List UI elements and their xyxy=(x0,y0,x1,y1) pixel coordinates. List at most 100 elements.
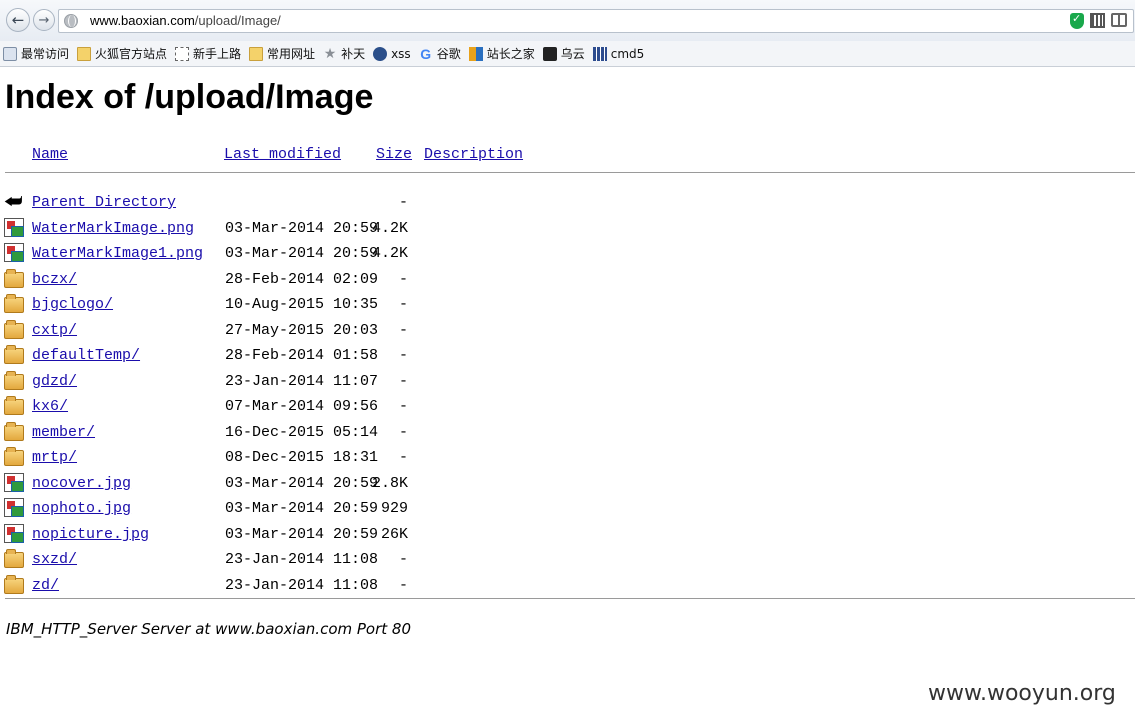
file-link[interactable]: Parent Directory xyxy=(32,194,176,211)
file-link[interactable]: nophoto.jpg xyxy=(32,500,131,517)
table-row: mrtp/08-Dec-2015 18:31 - xyxy=(4,447,424,469)
last-modified-cell: 03-Mar-2014 20:59 xyxy=(225,220,379,237)
qr-code-icon[interactable] xyxy=(1090,13,1105,28)
last-modified-cell: 23-Jan-2014 11:08 xyxy=(225,577,379,594)
table-row: bjgclogo/10-Aug-2015 10:35 - xyxy=(4,294,424,316)
table-row: nophoto.jpg 03-Mar-2014 20:59 929 xyxy=(4,498,424,520)
xss-icon xyxy=(373,46,388,61)
back-button[interactable]: ← xyxy=(6,8,30,32)
file-link[interactable]: gdzd/ xyxy=(32,373,77,390)
forward-button[interactable]: → xyxy=(33,9,55,31)
sort-by-name-link[interactable]: Name xyxy=(32,146,68,163)
browser-toolbar: ← → www.baoxian.com/upload/Image/ xyxy=(0,0,1135,41)
file-link[interactable]: nocover.jpg xyxy=(32,475,131,492)
size-cell: - xyxy=(398,373,408,390)
file-link[interactable]: cxtp/ xyxy=(32,322,77,339)
sort-by-last-modified-link[interactable]: Last modified xyxy=(224,146,341,163)
bookmark-item[interactable]: 最常访问 xyxy=(3,45,69,62)
file-link[interactable]: bczx/ xyxy=(32,271,77,288)
bookmark-label: 乌云 xyxy=(560,47,585,61)
file-link[interactable]: mrtp/ xyxy=(32,449,77,466)
image-file-icon xyxy=(4,243,24,262)
last-modified-cell: 10-Aug-2015 10:35 xyxy=(225,296,379,313)
page-icon xyxy=(175,46,190,61)
folder-icon xyxy=(77,46,92,61)
bookmark-item[interactable]: 新手上路 xyxy=(175,45,241,62)
table-row: gdzd/23-Jan-2014 11:07 - xyxy=(4,371,424,393)
table-row: defaultTemp/28-Feb-2014 01:58 - xyxy=(4,345,424,367)
file-link[interactable]: bjgclogo/ xyxy=(32,296,113,313)
file-link[interactable]: WaterMarkImage.png xyxy=(32,220,194,237)
bookmark-item[interactable]: G 谷歌 xyxy=(419,45,461,62)
folder-icon xyxy=(4,422,24,441)
bookmark-item[interactable]: ★ 补天 xyxy=(323,45,365,62)
bookmark-item[interactable]: 火狐官方站点 xyxy=(77,45,167,62)
folder-icon xyxy=(4,320,24,339)
last-modified-cell: 16-Dec-2015 05:14 xyxy=(225,424,379,441)
google-icon: G xyxy=(420,45,432,62)
file-link[interactable]: zd/ xyxy=(32,577,59,594)
table-row: WaterMarkImage1.png 03-Mar-2014 20:59 4.2K xyxy=(4,243,424,265)
address-bar[interactable]: www.baoxian.com/upload/Image/ xyxy=(58,9,1134,33)
url-text[interactable]: www.baoxian.com/upload/Image/ xyxy=(90,13,281,28)
image-file-icon xyxy=(4,498,24,517)
size-cell: - xyxy=(398,551,408,568)
last-modified-cell: 03-Mar-2014 20:59 xyxy=(225,245,379,262)
size-cell: - xyxy=(398,398,408,415)
size-cell: - xyxy=(398,296,408,313)
file-link[interactable]: member/ xyxy=(32,424,95,441)
bookmark-label: 站长之家 xyxy=(486,47,535,61)
back-arrow-icon: ← xyxy=(11,11,25,29)
star-icon: ★ xyxy=(323,45,337,62)
cmd5-icon xyxy=(592,46,607,61)
last-modified-cell: 03-Mar-2014 20:59 xyxy=(225,526,379,543)
file-link[interactable]: nopicture.jpg xyxy=(32,526,149,543)
image-file-icon xyxy=(4,473,24,492)
reader-view-icon[interactable] xyxy=(1111,13,1127,27)
cloud-icon xyxy=(542,46,557,61)
image-file-icon xyxy=(4,218,24,237)
file-link[interactable]: sxzd/ xyxy=(32,551,77,568)
globe-icon xyxy=(64,14,78,28)
file-link[interactable]: kx6/ xyxy=(32,398,68,415)
last-modified-cell: 03-Mar-2014 20:59 xyxy=(225,475,379,492)
bookmark-label: 常用网址 xyxy=(267,47,316,61)
sort-by-description-link[interactable]: Description xyxy=(424,146,523,163)
folder-icon xyxy=(4,371,24,390)
last-modified-cell: 23-Jan-2014 11:08 xyxy=(225,551,379,568)
header-divider xyxy=(5,172,1135,173)
last-modified-cell: 28-Feb-2014 02:09 xyxy=(225,271,379,288)
last-modified-cell: 28-Feb-2014 01:58 xyxy=(225,347,379,364)
folder-icon xyxy=(4,575,24,594)
last-modified-cell: 27-May-2015 20:03 xyxy=(225,322,379,339)
table-row: sxzd/23-Jan-2014 11:08 - xyxy=(4,549,424,571)
bookmark-item[interactable]: 常用网址 xyxy=(249,45,315,62)
last-modified-cell: 23-Jan-2014 11:07 xyxy=(225,373,379,390)
bookmarks-toolbar: 最常访问 火狐官方站点 新手上路 常用网址 ★ 补天 xss G 谷歌 站长之家 乌云 cmd5 xyxy=(0,41,1135,67)
file-link[interactable]: defaultTemp/ xyxy=(32,347,140,364)
server-signature: IBM_HTTP_Server Server at www.baoxian.co… xyxy=(6,620,412,638)
table-row: zd/23-Jan-2014 11:08 - xyxy=(4,575,424,597)
bookmark-label: 新手上路 xyxy=(193,47,242,61)
admin-icon xyxy=(468,46,483,61)
bookmark-label: 补天 xyxy=(341,47,366,61)
folder-icon xyxy=(4,294,24,313)
bookmark-label: 火狐官方站点 xyxy=(95,47,168,61)
directory-listing-page: Index of /upload/Image Name Last modifie… xyxy=(0,68,1135,725)
file-link[interactable]: WaterMarkImage1.png xyxy=(32,245,203,262)
bookmark-label: 谷歌 xyxy=(436,47,461,61)
bookmark-item[interactable]: cmd5 xyxy=(592,46,645,61)
bookmark-label: cmd5 xyxy=(610,46,645,61)
size-cell: - xyxy=(398,194,408,211)
size-cell: 4.2K xyxy=(371,245,408,262)
security-shield-icon[interactable] xyxy=(1070,12,1084,29)
table-row: WaterMarkImage.png 03-Mar-2014 20:59 4.2K xyxy=(4,218,424,240)
bookmark-item[interactable]: 站长之家 xyxy=(468,45,535,62)
bookmark-item[interactable]: 乌云 xyxy=(542,45,585,62)
last-modified-cell: 03-Mar-2014 20:59 xyxy=(225,500,379,517)
size-cell: 2.8K xyxy=(371,475,408,492)
bookmark-item[interactable]: xss xyxy=(373,46,411,61)
sort-by-size-link[interactable]: Size xyxy=(376,146,412,163)
parent-directory-icon: ⮨ xyxy=(4,189,23,213)
table-row: bczx/28-Feb-2014 02:09 - xyxy=(4,269,424,291)
